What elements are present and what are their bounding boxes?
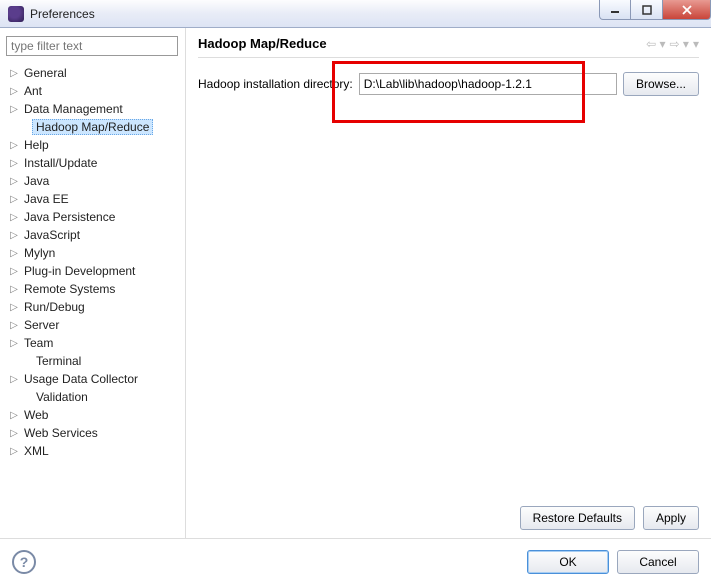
close-button[interactable] — [663, 0, 711, 20]
app-icon — [8, 6, 24, 22]
tree-item-web[interactable]: ▷Web — [4, 406, 181, 424]
apply-button[interactable]: Apply — [643, 506, 699, 530]
tree-item-web-services[interactable]: ▷Web Services — [4, 424, 181, 442]
back-icon[interactable]: ⇦ ▾ — [646, 37, 665, 51]
tree-item-run-debug[interactable]: ▷Run/Debug — [4, 298, 181, 316]
main-panel: Hadoop Map/Reduce ⇦ ▾ ⇨ ▾ ▾ Hadoop insta… — [186, 28, 711, 538]
sidebar: ▷General▷Ant▷Data ManagementHadoop Map/R… — [0, 28, 186, 538]
install-dir-row: Hadoop installation directory: Browse... — [198, 72, 699, 96]
expand-arrow-icon[interactable]: ▷ — [8, 266, 20, 277]
expand-arrow-icon[interactable]: ▷ — [8, 428, 20, 439]
install-dir-label: Hadoop installation directory: — [198, 77, 353, 91]
tree-item-label: Terminal — [32, 354, 85, 368]
tree-item-ant[interactable]: ▷Ant — [4, 82, 181, 100]
tree-item-label: Java Persistence — [20, 210, 119, 224]
tree-item-label: Web — [20, 408, 52, 422]
tree-item-label: Server — [20, 318, 63, 332]
tree-item-label: JavaScript — [20, 228, 84, 242]
maximize-button[interactable] — [631, 0, 663, 20]
filter-input[interactable] — [6, 36, 178, 56]
install-dir-input[interactable] — [359, 73, 617, 95]
tree-item-label: Team — [20, 336, 57, 350]
tree-item-label: XML — [20, 444, 53, 458]
tree-item-java-persistence[interactable]: ▷Java Persistence — [4, 208, 181, 226]
help-icon[interactable]: ? — [12, 550, 36, 574]
tree-item-label: Java — [20, 174, 53, 188]
expand-arrow-icon[interactable]: ▷ — [8, 284, 20, 295]
tree-item-label: Plug-in Development — [20, 264, 139, 278]
tree-item-label: Run/Debug — [20, 300, 89, 314]
expand-arrow-icon[interactable]: ▷ — [8, 410, 20, 421]
nav-icons: ⇦ ▾ ⇨ ▾ ▾ — [646, 37, 699, 51]
expand-arrow-icon[interactable]: ▷ — [8, 446, 20, 457]
expand-arrow-icon[interactable]: ▷ — [8, 338, 20, 349]
expand-arrow-icon[interactable]: ▷ — [8, 248, 20, 259]
expand-arrow-icon[interactable]: ▷ — [8, 104, 20, 115]
browse-button[interactable]: Browse... — [623, 72, 699, 96]
expand-arrow-icon[interactable]: ▷ — [8, 212, 20, 223]
tree-item-label: Hadoop Map/Reduce — [32, 119, 153, 135]
tree-item-java[interactable]: ▷Java — [4, 172, 181, 190]
expand-arrow-icon[interactable]: ▷ — [8, 68, 20, 79]
tree-item-label: Usage Data Collector — [20, 372, 142, 386]
expand-arrow-icon[interactable]: ▷ — [8, 158, 20, 169]
tree-item-label: Data Management — [20, 102, 127, 116]
expand-arrow-icon[interactable]: ▷ — [8, 140, 20, 151]
tree-item-label: Ant — [20, 84, 46, 98]
tree-item-validation[interactable]: Validation — [4, 388, 181, 406]
tree-item-label: Install/Update — [20, 156, 101, 170]
window-controls — [599, 0, 711, 27]
tree-item-label: Mylyn — [20, 246, 59, 260]
tree-item-label: Help — [20, 138, 53, 152]
expand-arrow-icon[interactable]: ▷ — [8, 320, 20, 331]
window-title: Preferences — [30, 7, 599, 21]
expand-arrow-icon[interactable]: ▷ — [8, 86, 20, 97]
minimize-button[interactable] — [599, 0, 631, 20]
tree-item-remote-systems[interactable]: ▷Remote Systems — [4, 280, 181, 298]
tree-item-java-ee[interactable]: ▷Java EE — [4, 190, 181, 208]
tree-item-general[interactable]: ▷General — [4, 64, 181, 82]
tree-item-label: Validation — [32, 390, 92, 404]
cancel-button[interactable]: Cancel — [617, 550, 699, 574]
expand-arrow-icon[interactable]: ▷ — [8, 302, 20, 313]
tree-item-terminal[interactable]: Terminal — [4, 352, 181, 370]
preferences-tree: ▷General▷Ant▷Data ManagementHadoop Map/R… — [4, 64, 181, 532]
expand-arrow-icon[interactable]: ▷ — [8, 230, 20, 241]
tree-item-label: General — [20, 66, 71, 80]
tree-item-usage-data-collector[interactable]: ▷Usage Data Collector — [4, 370, 181, 388]
tree-item-install-update[interactable]: ▷Install/Update — [4, 154, 181, 172]
page-heading: Hadoop Map/Reduce — [198, 36, 646, 51]
forward-icon[interactable]: ⇨ ▾ — [670, 37, 689, 51]
menu-icon[interactable]: ▾ — [693, 37, 699, 51]
expand-arrow-icon[interactable]: ▷ — [8, 374, 20, 385]
tree-item-javascript[interactable]: ▷JavaScript — [4, 226, 181, 244]
titlebar: Preferences — [0, 0, 711, 28]
expand-arrow-icon[interactable]: ▷ — [8, 176, 20, 187]
tree-item-hadoop-map-reduce[interactable]: Hadoop Map/Reduce — [4, 118, 181, 136]
tree-item-data-management[interactable]: ▷Data Management — [4, 100, 181, 118]
expand-arrow-icon[interactable]: ▷ — [8, 194, 20, 205]
tree-item-label: Java EE — [20, 192, 73, 206]
tree-item-plug-in-development[interactable]: ▷Plug-in Development — [4, 262, 181, 280]
tree-item-team[interactable]: ▷Team — [4, 334, 181, 352]
tree-item-xml[interactable]: ▷XML — [4, 442, 181, 460]
tree-item-label: Web Services — [20, 426, 102, 440]
restore-defaults-button[interactable]: Restore Defaults — [520, 506, 635, 530]
ok-button[interactable]: OK — [527, 550, 609, 574]
tree-item-server[interactable]: ▷Server — [4, 316, 181, 334]
bottombar: ? OK Cancel — [0, 538, 711, 584]
tree-item-label: Remote Systems — [20, 282, 119, 296]
tree-item-mylyn[interactable]: ▷Mylyn — [4, 244, 181, 262]
tree-item-help[interactable]: ▷Help — [4, 136, 181, 154]
